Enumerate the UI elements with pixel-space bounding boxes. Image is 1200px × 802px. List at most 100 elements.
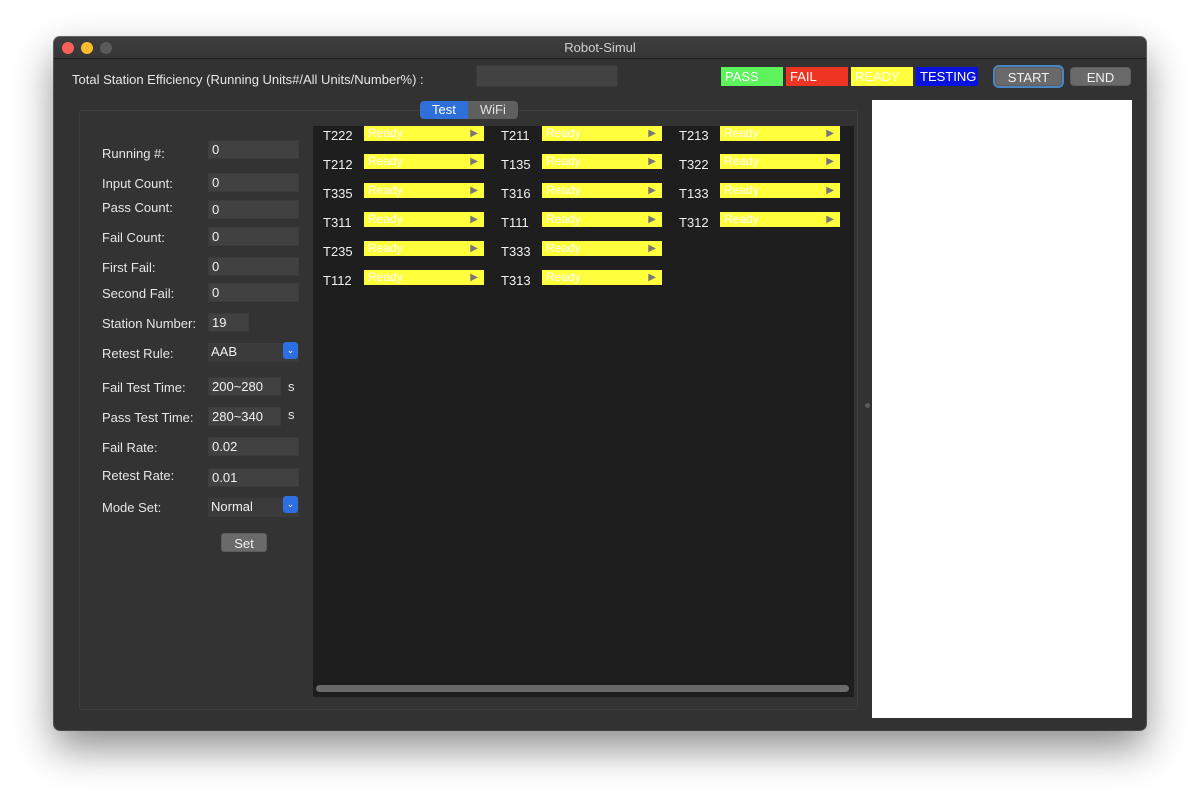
station-label: T111 — [501, 215, 529, 230]
app-window: Robot-Simul Total Station Efficiency (Ru… — [54, 37, 1146, 730]
end-button[interactable]: END — [1070, 67, 1131, 86]
retest-rate-field[interactable]: 0.01 — [208, 468, 299, 487]
station-label: T316 — [501, 186, 531, 201]
station-status-bar[interactable]: Ready ▶ — [542, 241, 662, 256]
play-icon[interactable]: ▶ — [470, 126, 478, 141]
station-status-bar[interactable]: Ready ▶ — [720, 212, 840, 227]
fail-rate-field[interactable]: 0.02 — [208, 437, 299, 456]
station-label: T133 — [679, 186, 709, 201]
pass-test-time-label: Pass Test Time: — [102, 410, 194, 425]
play-icon[interactable]: ▶ — [826, 154, 834, 169]
title-bar: Robot-Simul — [54, 37, 1146, 59]
window-title: Robot-Simul — [564, 40, 636, 55]
station-status-bar[interactable]: Ready ▶ — [364, 183, 484, 198]
station-label: T335 — [323, 186, 353, 201]
station-status-bar[interactable]: Ready ▶ — [542, 212, 662, 227]
fail-rate-label: Fail Rate: — [102, 440, 158, 455]
horizontal-scrollbar[interactable] — [316, 685, 849, 692]
play-icon[interactable]: ▶ — [648, 183, 656, 198]
station-status-bar[interactable]: Ready ▶ — [364, 212, 484, 227]
play-icon[interactable]: ▶ — [648, 241, 656, 256]
station-status: Ready — [546, 154, 581, 168]
efficiency-field[interactable] — [476, 65, 618, 87]
first-fail-label: First Fail: — [102, 260, 156, 275]
station-label: T312 — [679, 215, 709, 230]
station-status-bar[interactable]: Ready ▶ — [364, 270, 484, 285]
play-icon[interactable]: ▶ — [648, 270, 656, 285]
station-label: T213 — [679, 128, 709, 143]
second-fail-label: Second Fail: — [102, 286, 175, 301]
tab-bar: Test WiFi — [420, 101, 518, 119]
running-label: Running #: — [102, 146, 165, 161]
station-label: T222 — [323, 128, 353, 143]
running-field[interactable]: 0 — [208, 140, 299, 159]
fail-test-time-unit: s — [288, 379, 295, 394]
legend-fail: FAIL — [786, 67, 848, 86]
play-icon[interactable]: ▶ — [826, 183, 834, 198]
play-icon[interactable]: ▶ — [648, 154, 656, 169]
station-status: Ready — [724, 126, 759, 140]
station-status: Ready — [546, 126, 581, 140]
play-icon[interactable]: ▶ — [648, 212, 656, 227]
station-status-bar[interactable]: Ready ▶ — [542, 154, 662, 169]
log-output-area[interactable] — [872, 100, 1132, 718]
play-icon[interactable]: ▶ — [470, 154, 478, 169]
station-status-bar[interactable]: Ready ▶ — [542, 270, 662, 285]
play-icon[interactable]: ▶ — [470, 183, 478, 198]
first-fail-field[interactable]: 0 — [208, 257, 299, 276]
play-icon[interactable]: ▶ — [648, 126, 656, 141]
station-status-bar[interactable]: Ready ▶ — [542, 183, 662, 198]
station-status-bar[interactable]: Ready ▶ — [720, 154, 840, 169]
station-status-bar[interactable]: Ready ▶ — [364, 241, 484, 256]
station-status: Ready — [724, 212, 759, 226]
play-icon[interactable]: ▶ — [826, 126, 834, 141]
chevron-down-icon[interactable]: ⌄ — [283, 342, 298, 359]
station-status: Ready — [368, 126, 403, 140]
station-status: Ready — [368, 270, 403, 284]
station-label: T212 — [323, 157, 353, 172]
pass-count-field[interactable]: 0 — [208, 200, 299, 219]
station-status: Ready — [546, 212, 581, 226]
station-grid: T222 Ready ▶ T212 Ready ▶ T335 Ready ▶ T311… — [313, 126, 854, 697]
fail-test-time-label: Fail Test Time: — [102, 380, 186, 395]
station-status: Ready — [368, 154, 403, 168]
station-status: Ready — [368, 183, 403, 197]
station-status: Ready — [724, 154, 759, 168]
fail-test-time-field[interactable]: 200~280 — [208, 377, 281, 396]
station-label: T135 — [501, 157, 531, 172]
station-label: T313 — [501, 273, 531, 288]
legend-ready: READY — [851, 67, 913, 86]
legend-pass: PASS — [721, 67, 783, 86]
second-fail-field[interactable]: 0 — [208, 283, 299, 302]
station-label: T333 — [501, 244, 531, 259]
station-number-label: Station Number: — [102, 316, 196, 331]
play-icon[interactable]: ▶ — [470, 212, 478, 227]
station-label: T235 — [323, 244, 353, 259]
station-status-bar[interactable]: Ready ▶ — [720, 126, 840, 141]
pass-test-time-field[interactable]: 280~340 — [208, 407, 281, 426]
station-status: Ready — [368, 241, 403, 255]
input-count-field[interactable]: 0 — [208, 173, 299, 192]
station-status-bar[interactable]: Ready ▶ — [720, 183, 840, 198]
station-status-bar[interactable]: Ready ▶ — [364, 154, 484, 169]
tab-test[interactable]: Test — [420, 101, 468, 119]
play-icon[interactable]: ▶ — [470, 270, 478, 285]
station-label: T311 — [323, 215, 352, 230]
station-status-bar[interactable]: Ready ▶ — [542, 126, 662, 141]
mode-set-label: Mode Set: — [102, 500, 162, 515]
split-view-handle[interactable] — [865, 403, 870, 408]
input-count-label: Input Count: — [102, 176, 173, 191]
station-status: Ready — [724, 183, 759, 197]
pass-test-time-unit: s — [288, 407, 295, 422]
start-button[interactable]: START — [995, 67, 1062, 86]
chevron-down-icon[interactable]: ⌄ — [283, 496, 298, 513]
play-icon[interactable]: ▶ — [826, 212, 834, 227]
tab-wifi[interactable]: WiFi — [467, 101, 518, 119]
set-button[interactable]: Set — [221, 533, 267, 552]
station-status-bar[interactable]: Ready ▶ — [364, 126, 484, 141]
play-icon[interactable]: ▶ — [470, 241, 478, 256]
station-number-field[interactable]: 19 — [208, 313, 249, 332]
fail-count-field[interactable]: 0 — [208, 227, 299, 246]
efficiency-label: Total Station Efficiency (Running Units#… — [72, 72, 424, 87]
station-label: T112 — [323, 273, 352, 288]
